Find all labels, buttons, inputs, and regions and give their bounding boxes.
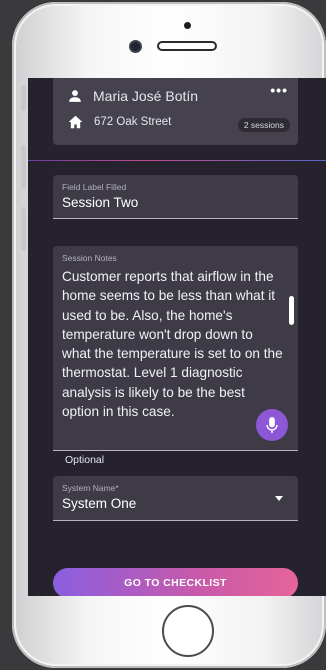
session-notes-text[interactable]: Customer reports that airflow in the hom… xyxy=(62,267,284,421)
system-name-select[interactable]: System Name* System One xyxy=(53,476,298,521)
phone-mute-switch xyxy=(21,85,26,111)
session-notes-label: Session Notes xyxy=(62,253,117,263)
session-notes-field[interactable]: Session Notes Customer reports that airf… xyxy=(53,246,298,451)
microphone-icon xyxy=(266,416,278,433)
system-name-value[interactable]: System One xyxy=(62,496,136,511)
dropdown-caret-icon[interactable] xyxy=(275,496,283,501)
microphone-button[interactable] xyxy=(256,409,288,441)
customer-address: 672 Oak Street xyxy=(94,116,172,128)
customer-name: Maria José Botín xyxy=(93,88,199,104)
phone-home-button[interactable] xyxy=(162,605,214,657)
phone-volume-down xyxy=(21,207,26,251)
system-name-label: System Name* xyxy=(62,483,119,493)
more-icon[interactable]: ••• xyxy=(270,82,288,98)
customer-address-row: 672 Oak Street xyxy=(68,115,171,129)
customer-name-row: Maria José Botín xyxy=(68,88,198,104)
session-name-label: Field Label Filled xyxy=(62,182,127,192)
phone-sensor xyxy=(184,22,191,29)
notes-scrollbar[interactable] xyxy=(289,296,294,325)
phone-volume-up xyxy=(21,145,26,189)
home-icon xyxy=(68,115,83,129)
go-to-checklist-button[interactable]: GO TO CHECKLIST xyxy=(53,568,298,596)
phone-camera xyxy=(131,42,140,51)
session-name-field[interactable]: Field Label Filled Session Two xyxy=(53,175,298,219)
app-screen: Maria José Botín 672 Oak Street ••• 2 se… xyxy=(28,78,326,596)
notes-helper-text: Optional xyxy=(65,454,105,466)
phone-speaker xyxy=(159,43,215,49)
customer-card: Maria José Botín 672 Oak Street ••• 2 se… xyxy=(53,78,298,145)
person-icon xyxy=(69,90,81,102)
section-divider xyxy=(28,160,326,161)
session-name-value[interactable]: Session Two xyxy=(62,195,138,210)
sessions-badge: 2 sessions xyxy=(237,118,290,132)
